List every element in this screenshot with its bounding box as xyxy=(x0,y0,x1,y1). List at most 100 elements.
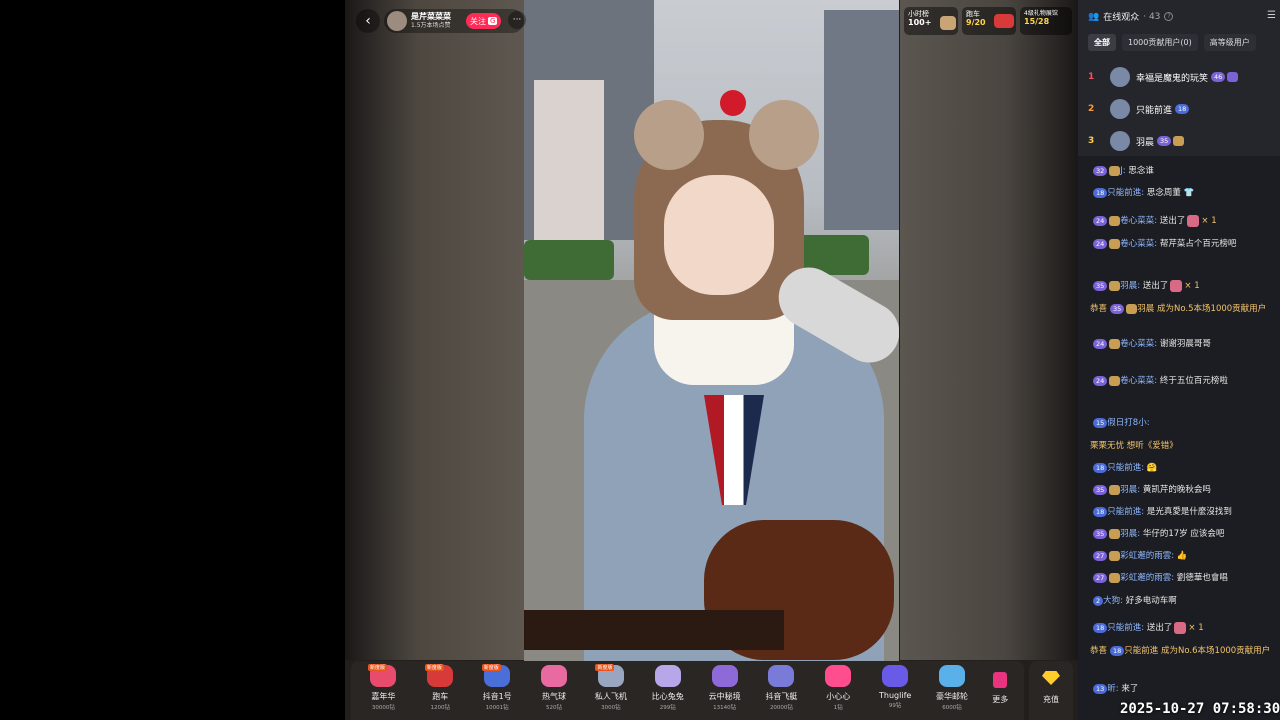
chat-message[interactable]: 18 只能前進: 送出了 × 1 xyxy=(1090,621,1276,635)
chat-user-name: 只能前進 xyxy=(1124,646,1159,656)
chat-user-name: 卷心菜菜: xyxy=(1120,339,1158,349)
guitar xyxy=(524,520,899,660)
level-badge: 35 xyxy=(1110,303,1125,314)
collapse-panel-icon[interactable]: ☰ xyxy=(1267,10,1276,21)
gift-bar: 新度版 嘉年华 30000钻 新度版 跑车 1200钻 新度版 抖音1号 10001钻 热气球 52… xyxy=(351,661,1024,720)
level-badge: 27 xyxy=(1093,550,1108,561)
gift-item[interactable]: 豪华邮轮 6000钻 xyxy=(924,661,981,720)
gift-name: 豪华邮轮 xyxy=(936,692,969,701)
chat-message[interactable]: 32 J: 思念谁 xyxy=(1090,164,1276,178)
level-badge: 15 xyxy=(1093,417,1108,428)
chat-message[interactable]: 35 羽晨: 黄凯芹的晚秋会吗 xyxy=(1090,483,1276,497)
follow-button[interactable]: 关注 G xyxy=(466,13,502,29)
gift-name: 云中秘境 xyxy=(708,692,741,701)
gift-name: 比心兔兔 xyxy=(651,692,684,701)
fan-badge-icon xyxy=(1109,528,1121,539)
fan-group-badge: G xyxy=(488,17,498,25)
fan-badge-icon xyxy=(1227,72,1239,82)
chat-message[interactable]: 24 卷心菜菜: 终于五位百元榜啦 xyxy=(1090,374,1276,388)
chat-text: 帮芹菜占个百元榜吧 xyxy=(1159,239,1237,249)
bear-ear-left xyxy=(634,100,704,170)
gift-icon xyxy=(768,665,795,687)
gift-icon xyxy=(711,665,738,687)
chat-text: 好多电动车啊 xyxy=(1125,596,1177,606)
chat-text: 送出了 xyxy=(1159,216,1186,226)
level-badge: 35 xyxy=(1093,280,1108,291)
chat-message[interactable]: 18 只能前進: 🤗 xyxy=(1090,461,1276,475)
chat-message[interactable]: 18 只能前進: 是光真愛是什麼沒找到 xyxy=(1090,505,1276,519)
rank-row[interactable]: 1 幸福是魔鬼的玩笑 46 xyxy=(1088,65,1239,89)
follow-label: 关注 xyxy=(470,16,486,26)
fan-badge-icon xyxy=(1109,215,1121,226)
streamer-info[interactable]: 是芹菜菜菜 1.5万本场点赞 xyxy=(384,9,524,33)
chat-user-name: 彩虹邂的雨雲: xyxy=(1120,573,1175,583)
rank-number: 3 xyxy=(1088,136,1095,146)
chat-message[interactable]: 27 彩虹邂的雨雲: 劉德華也會唱 xyxy=(1090,571,1276,585)
more-gifts-label: 更多 xyxy=(992,695,1009,704)
chat-message[interactable]: 24 卷心菜菜: 谢谢羽晨哥哥 xyxy=(1090,337,1276,351)
gift-name: 嘉年华 xyxy=(371,692,396,701)
tab-high-level[interactable]: 高等级用户 xyxy=(1203,34,1256,51)
gift-price: 3000钻 xyxy=(601,705,621,711)
sportscar-progress-badge[interactable]: 跑车 9/20 xyxy=(962,7,1016,35)
chat-message[interactable]: 2 大狗: 好多电动车啊 xyxy=(1090,594,1276,608)
rank-row[interactable]: 2 只能前進 18 xyxy=(1088,97,1190,121)
chat-message[interactable]: 35 羽晨: 送出了 × 1 xyxy=(1090,279,1276,293)
rank-row[interactable]: 3 羽晨 35 xyxy=(1088,129,1185,153)
gift-name: 抖音1号 xyxy=(482,692,512,701)
gift-item[interactable]: 新度版私人飞机 3000钻 xyxy=(582,661,639,720)
more-options-button[interactable]: ··· xyxy=(508,11,526,29)
gift-item[interactable]: 新度版 嘉年华 30000钻 xyxy=(355,661,412,720)
tab-contributors[interactable]: 1000贡献用户(0) xyxy=(1122,34,1198,51)
gift-item[interactable]: 新度版 跑车 1200钻 xyxy=(412,661,469,720)
gift-item[interactable]: 抖音飞艇 20000钻 xyxy=(753,661,810,720)
rank-number: 2 xyxy=(1088,104,1095,114)
gift-item[interactable]: 新度版 抖音1号 10001钻 xyxy=(469,661,526,720)
help-icon[interactable]: ? xyxy=(1164,12,1174,21)
chat-user-name: 卷心菜菜: xyxy=(1120,216,1158,226)
chat-message[interactable]: 恭喜 18 只能前進 成为No.6本场1000贡献用户 xyxy=(1090,644,1276,658)
gift-item[interactable]: 热气球 520钻 xyxy=(526,661,583,720)
chat-text: 终于五位百元榜啦 xyxy=(1159,376,1228,386)
chat-text: 👍 xyxy=(1176,551,1188,561)
chat-message[interactable]: 18 只能前進: 思念周董 👕 xyxy=(1090,186,1276,200)
chat-message[interactable]: 24 卷心菜菜: 送出了 × 1 xyxy=(1090,214,1276,228)
gift-icon xyxy=(541,665,567,687)
gift-item[interactable]: 小心心 1钻 xyxy=(810,661,867,720)
chat-message[interactable]: 恭喜 35 羽晨 成为No.5本场1000贡献用户 xyxy=(1090,302,1276,316)
chat-message[interactable]: 35 羽晨: 华仔的17岁 应该会吧 xyxy=(1090,527,1276,541)
chat-message[interactable]: 24 卷心菜菜: 帮芹菜占个百元榜吧 xyxy=(1090,237,1276,251)
more-gifts-button[interactable]: 更多 xyxy=(980,661,1020,720)
chevron-left-icon: ‹ xyxy=(365,13,371,29)
recharge-button[interactable]: 充值 xyxy=(1029,661,1073,720)
hourly-rank-badge[interactable]: 小时榜 100+ xyxy=(904,7,958,35)
back-button[interactable]: ‹ xyxy=(356,9,380,33)
fan-badge-icon xyxy=(1109,375,1121,386)
gift-item[interactable]: Thuglife 99钻 xyxy=(867,661,924,720)
gift-hall-badge[interactable]: 4级礼物展馆 15/28 xyxy=(1020,7,1072,35)
fan-badge-icon xyxy=(1109,238,1121,249)
live-video[interactable] xyxy=(524,0,899,662)
gift-tag: 新度版 xyxy=(595,664,615,671)
level-badge: 35 xyxy=(1157,136,1172,146)
gift-name: 跑车 xyxy=(432,692,449,701)
chat-message[interactable]: 15 假日打8小: xyxy=(1090,416,1276,430)
level-badge: 18 xyxy=(1093,462,1108,473)
gift-tag: 新度版 xyxy=(424,664,444,671)
chat-user-name: 昕: xyxy=(1107,684,1119,694)
chat-message[interactable]: 栗栗无忧 想听《爱错》 xyxy=(1090,439,1276,453)
chat-message[interactable]: 27 彩虹邂的雨雲: 👍 xyxy=(1090,549,1276,563)
chat-prefix: 恭喜 xyxy=(1090,304,1108,314)
gift-item[interactable]: 比心兔兔 299钻 xyxy=(639,661,696,720)
gift-name: 抖音飞艇 xyxy=(765,692,798,701)
chat-text: 黄凯芹的晚秋会吗 xyxy=(1142,485,1211,495)
gift-name: 私人飞机 xyxy=(594,692,627,701)
rank-number: 1 xyxy=(1088,72,1095,82)
gift-item[interactable]: 云中秘境 13140钻 xyxy=(696,661,753,720)
streamer-avatar[interactable] xyxy=(387,11,407,31)
chat-message[interactable]: 13 昕: 来了 xyxy=(1090,682,1276,696)
audience-header: 👥 在线观众 · 43 ? ☰ 全部 1000贡献用户(0) 高等级用户 1 幸… xyxy=(1078,0,1280,156)
level-badge: 18 xyxy=(1093,187,1108,198)
left-blank-area xyxy=(0,0,345,720)
tab-all[interactable]: 全部 xyxy=(1088,34,1116,51)
